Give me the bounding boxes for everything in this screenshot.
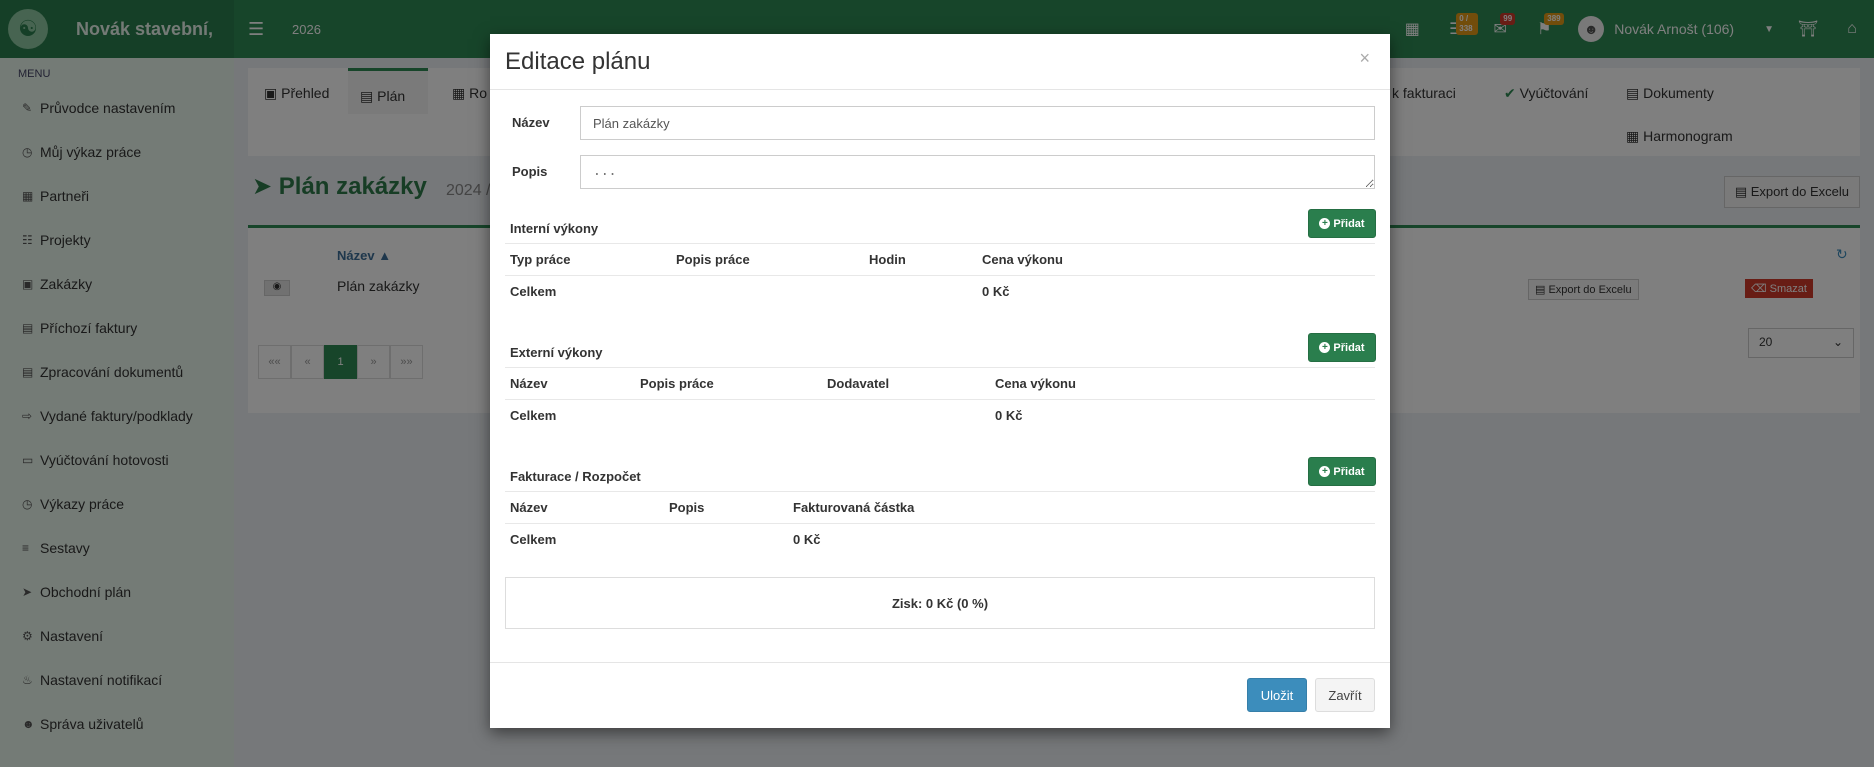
external-col-price: Cena výkonu bbox=[995, 376, 1076, 391]
modal-header: Editace plánu × bbox=[490, 34, 1390, 90]
invoicing-total-label: Celkem bbox=[510, 532, 557, 547]
external-section-title: Externí výkony bbox=[510, 345, 603, 360]
close-icon[interactable]: × bbox=[1359, 48, 1370, 69]
close-button[interactable]: Zavřít bbox=[1315, 678, 1375, 712]
name-label: Název bbox=[512, 115, 550, 130]
internal-col-type: Typ práce bbox=[510, 252, 571, 267]
plan-name-input[interactable] bbox=[580, 106, 1375, 140]
divider bbox=[505, 243, 1375, 244]
invoicing-total-value: 0 Kč bbox=[793, 532, 821, 547]
plus-circle-icon: + bbox=[1319, 218, 1331, 229]
modal-footer: Uložit Zavřít bbox=[490, 662, 1390, 728]
internal-total-value: 0 Kč bbox=[982, 284, 1010, 299]
modal-title: Editace plánu bbox=[505, 48, 651, 75]
plan-description-input[interactable] bbox=[580, 155, 1375, 189]
external-col-description: Popis práce bbox=[640, 376, 714, 391]
add-external-button[interactable]: + Přidat bbox=[1308, 333, 1376, 362]
external-col-name: Název bbox=[510, 376, 548, 391]
external-total-label: Celkem bbox=[510, 408, 557, 423]
invoicing-section-title: Fakturace / Rozpočet bbox=[510, 469, 641, 484]
divider bbox=[505, 491, 1375, 492]
profit-text: Zisk: 0 Kč (0 %) bbox=[891, 595, 989, 611]
divider bbox=[505, 523, 1375, 524]
external-col-supplier: Dodavatel bbox=[827, 376, 890, 391]
plus-circle-icon: + bbox=[1319, 466, 1331, 477]
divider bbox=[505, 399, 1375, 400]
invoicing-col-amount: Fakturovaná částka bbox=[793, 500, 915, 515]
add-invoicing-button[interactable]: + Přidat bbox=[1308, 457, 1376, 486]
invoicing-col-description: Popis bbox=[669, 500, 705, 515]
description-label: Popis bbox=[512, 164, 548, 179]
add-label: Přidat bbox=[1333, 341, 1365, 354]
invoicing-col-name: Název bbox=[510, 500, 548, 515]
edit-plan-modal: Editace plánu × Název Popis Interní výko… bbox=[490, 34, 1390, 728]
internal-section-title: Interní výkony bbox=[510, 221, 599, 236]
divider bbox=[505, 367, 1375, 368]
add-label: Přidat bbox=[1333, 217, 1365, 230]
save-button[interactable]: Uložit bbox=[1247, 678, 1307, 712]
profit-summary: Zisk: 0 Kč (0 %) bbox=[505, 577, 1375, 629]
internal-col-price: Cena výkonu bbox=[982, 252, 1063, 267]
external-total-value: 0 Kč bbox=[995, 408, 1023, 423]
plus-circle-icon: + bbox=[1319, 342, 1331, 353]
internal-col-hours: Hodin bbox=[869, 252, 906, 267]
divider bbox=[505, 275, 1375, 276]
add-label: Přidat bbox=[1333, 465, 1365, 478]
internal-col-description: Popis práce bbox=[676, 252, 750, 267]
add-internal-button[interactable]: + Přidat bbox=[1308, 209, 1376, 238]
internal-total-label: Celkem bbox=[510, 284, 557, 299]
